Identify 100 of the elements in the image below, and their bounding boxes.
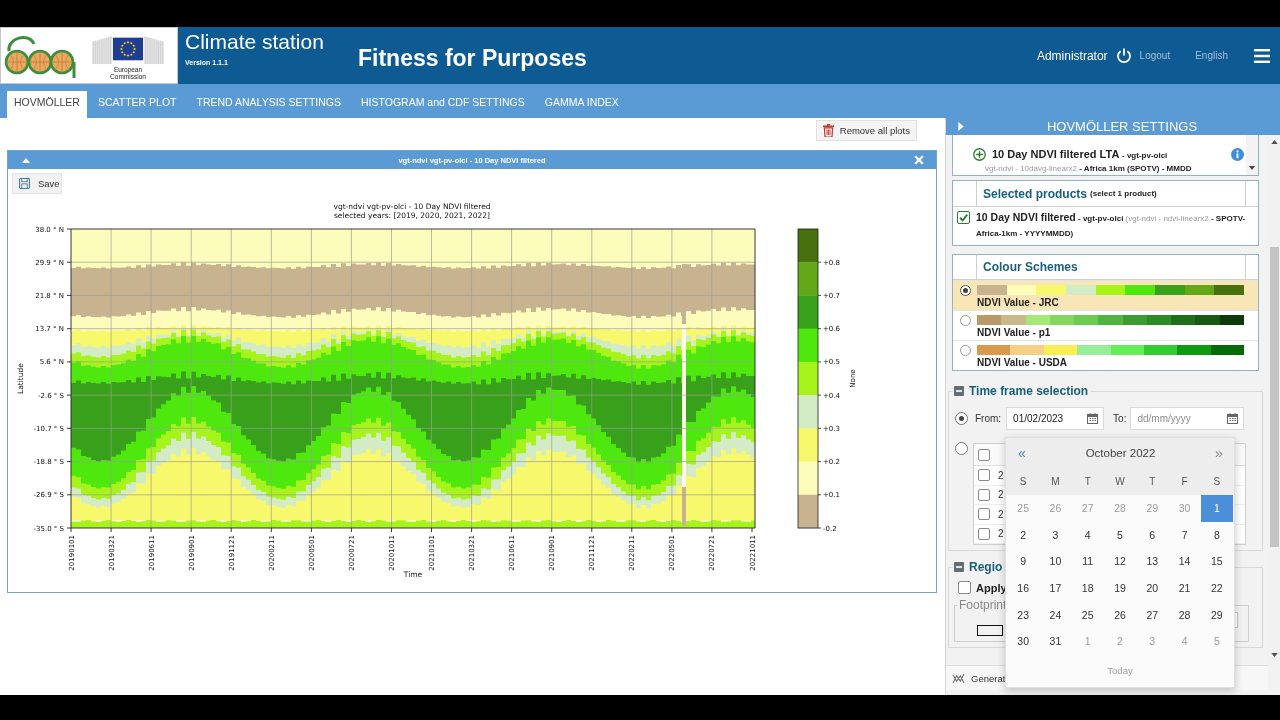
colour-scheme-row[interactable]: NDVI Value - JRC bbox=[953, 280, 1258, 310]
scrollbar[interactable] bbox=[1246, 135, 1258, 175]
day-cell[interactable]: 6 bbox=[1136, 521, 1169, 549]
day-cell[interactable]: 24 bbox=[1039, 601, 1072, 628]
section-title: Time frame selection bbox=[969, 384, 1089, 398]
day-cell[interactable]: 30 bbox=[1007, 627, 1040, 655]
date-field[interactable]: 01/02/2023 bbox=[1006, 407, 1105, 430]
footprint-frame bbox=[977, 625, 1003, 636]
radio-button[interactable] bbox=[955, 442, 968, 455]
tab[interactable]: HOVMÖLLER bbox=[7, 91, 87, 118]
year-label: 2 bbox=[998, 528, 1004, 540]
menu-icon[interactable] bbox=[1254, 48, 1270, 63]
year-label: 2 bbox=[998, 489, 1004, 501]
day-cell[interactable]: 17 bbox=[1039, 574, 1072, 602]
checkbox[interactable] bbox=[978, 448, 990, 461]
day-cell[interactable]: 5 bbox=[1103, 521, 1137, 549]
checkbox-label: Apply bbox=[976, 581, 1007, 594]
weekday-label: S bbox=[1018, 475, 1028, 487]
day-cell[interactable]: 25 bbox=[1071, 601, 1104, 628]
chart-lines-icon bbox=[952, 672, 965, 684]
remove-all-button[interactable]: Remove all plots bbox=[815, 120, 917, 141]
add-circle-icon[interactable] bbox=[973, 147, 986, 161]
radio-button[interactable] bbox=[955, 412, 968, 425]
checkbox[interactable] bbox=[978, 527, 990, 540]
footprint-legend: Footprint bbox=[957, 598, 1009, 612]
trash-icon bbox=[822, 124, 834, 137]
checkbox[interactable] bbox=[978, 469, 990, 482]
day-cell[interactable]: 29 bbox=[1200, 601, 1233, 628]
day-cell[interactable]: 13 bbox=[1136, 548, 1169, 575]
scroll-up-icon[interactable] bbox=[1270, 140, 1278, 144]
day-cell[interactable]: 20 bbox=[1136, 574, 1169, 602]
scrollbar-thumb[interactable] bbox=[1269, 247, 1279, 547]
day-cell[interactable]: 28 bbox=[1168, 601, 1201, 628]
save-button[interactable]: Save bbox=[12, 173, 62, 194]
day-cell[interactable]: 12 bbox=[1103, 548, 1137, 575]
radio-button[interactable] bbox=[959, 345, 971, 356]
section-title: Colour Schemes bbox=[983, 260, 1078, 274]
day-cell[interactable]: 14 bbox=[1168, 548, 1201, 575]
power-icon[interactable] bbox=[1115, 47, 1132, 64]
day-cell[interactable]: 11 bbox=[1071, 548, 1104, 575]
weekday-label: M bbox=[1050, 475, 1061, 487]
day-cell[interactable]: 23 bbox=[1007, 601, 1040, 628]
prev-month-button[interactable]: « bbox=[1015, 445, 1029, 460]
scroll-down-icon[interactable] bbox=[1249, 166, 1255, 170]
calendar-icon[interactable] bbox=[1227, 413, 1239, 424]
caret-up-icon[interactable] bbox=[22, 157, 30, 163]
checkbox[interactable] bbox=[958, 581, 971, 594]
calendar-icon[interactable] bbox=[1087, 413, 1099, 424]
day-cell[interactable]: 18 bbox=[1071, 574, 1104, 602]
day-cell[interactable]: 15 bbox=[1200, 548, 1233, 575]
day-cell[interactable]: 21 bbox=[1168, 574, 1201, 602]
checkbox[interactable] bbox=[978, 488, 990, 501]
logout-link[interactable]: Logout bbox=[1139, 50, 1171, 61]
product-name: 10 Day NDVI filtered LTA - vgt-pv-olci bbox=[992, 148, 1168, 160]
day-cell[interactable]: 9 bbox=[1007, 548, 1040, 575]
day-cell[interactable]: 22 bbox=[1200, 574, 1233, 602]
scheme-name: NDVI Value - JRC bbox=[977, 297, 1060, 308]
weekday-label: F bbox=[1180, 475, 1189, 487]
checkbox[interactable] bbox=[957, 211, 970, 224]
day-cell[interactable]: 2 bbox=[1007, 521, 1040, 549]
year-label: 2 bbox=[998, 469, 1004, 481]
app-title: Climate station bbox=[185, 29, 324, 54]
month-title[interactable]: October 2022 bbox=[1029, 446, 1212, 459]
section-title: Selected products bbox=[983, 186, 1088, 201]
field-label: From: bbox=[975, 413, 1002, 424]
generate-button[interactable]: Generat bbox=[952, 668, 1006, 688]
weekday-label: S bbox=[1212, 475, 1222, 487]
day-cell[interactable]: 4 bbox=[1071, 521, 1104, 549]
minus-square-icon[interactable] bbox=[954, 386, 964, 396]
day-cell[interactable]: 8 bbox=[1200, 521, 1233, 549]
radio-button[interactable] bbox=[959, 285, 971, 296]
close-icon[interactable] bbox=[914, 155, 924, 165]
checkbox[interactable] bbox=[978, 508, 990, 521]
day-cell[interactable]: 19 bbox=[1103, 574, 1137, 602]
day-cell[interactable]: 27 bbox=[1136, 601, 1169, 628]
colour-scheme-row[interactable]: NDVI Value - USDA bbox=[953, 340, 1258, 370]
day-cell[interactable]: 3 bbox=[1039, 521, 1072, 549]
radio-button[interactable] bbox=[959, 315, 971, 326]
day-cell[interactable]: 7 bbox=[1168, 521, 1201, 549]
day-cell[interactable]: 31 bbox=[1039, 627, 1072, 655]
selection-hint: (select 1 product) bbox=[1090, 189, 1157, 198]
user-name: Administrator bbox=[1036, 48, 1108, 63]
day-cell[interactable]: 10 bbox=[1039, 548, 1072, 575]
language-link[interactable]: English bbox=[1195, 50, 1228, 61]
weekday-label: T bbox=[1083, 475, 1092, 487]
colour-scheme-row[interactable]: NDVI Value - p1 bbox=[953, 310, 1258, 340]
date-field[interactable]: dd/mm/yyyy bbox=[1130, 407, 1245, 430]
settings-title: HOVMÖLLER SETTINGS bbox=[1045, 119, 1199, 134]
caret-right-icon[interactable] bbox=[958, 122, 964, 131]
day-cell[interactable]: 16 bbox=[1007, 574, 1040, 602]
minus-square-icon[interactable] bbox=[954, 562, 964, 572]
info-icon[interactable] bbox=[1231, 147, 1244, 161]
section-title: Regio bbox=[969, 560, 1003, 574]
scroll-down-icon[interactable] bbox=[1270, 653, 1278, 657]
weekday-label: W bbox=[1114, 475, 1126, 487]
year-label: 2 bbox=[998, 508, 1004, 520]
field-label: To: bbox=[1113, 413, 1127, 424]
day-cell[interactable]: 26 bbox=[1103, 601, 1137, 628]
weekday-label: T bbox=[1148, 475, 1157, 487]
product-details: vgt-ndvi - 10davg-linearx2 - Africa 1km (SPOTV) - MMDD bbox=[984, 163, 1193, 173]
